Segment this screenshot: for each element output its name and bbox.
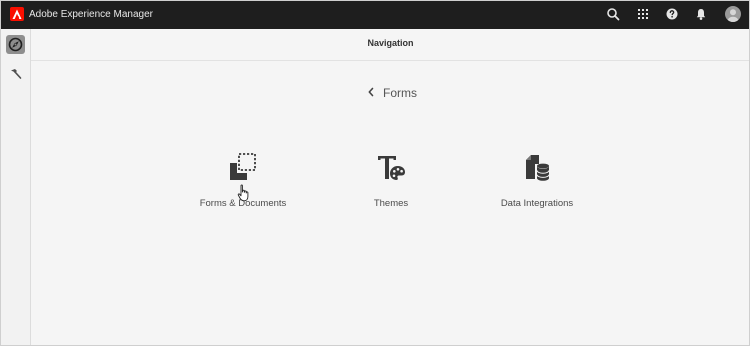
top-bar: Adobe Experience Manager: [0, 0, 750, 29]
navigation-compass-icon[interactable]: [6, 35, 25, 54]
tile-label: Themes: [373, 198, 409, 209]
notifications-bell-icon[interactable]: [694, 7, 708, 21]
search-icon[interactable]: [606, 7, 620, 21]
adobe-logo-icon[interactable]: [10, 7, 24, 21]
navigation-header: Navigation: [31, 29, 750, 61]
breadcrumb-back[interactable]: Forms: [367, 85, 417, 101]
tile-label: Data Integrations: [500, 198, 574, 209]
forms-documents-icon: [228, 152, 258, 184]
tile-data-integrations[interactable]: Data Integrations: [462, 152, 612, 222]
breadcrumb-label[interactable]: Forms: [383, 86, 417, 100]
tools-hammer-icon[interactable]: [6, 65, 25, 84]
app-title[interactable]: Adobe Experience Manager: [29, 8, 153, 21]
apps-grid-icon[interactable]: [636, 7, 650, 21]
main-content: Navigation Forms Forms & Documents Theme…: [31, 29, 750, 346]
hand-pointer-cursor-icon: [237, 184, 251, 202]
tile-themes[interactable]: Themes: [316, 152, 466, 222]
user-avatar[interactable]: [725, 6, 741, 22]
page-title: Navigation: [367, 38, 414, 48]
data-integrations-icon: [522, 152, 552, 184]
help-icon[interactable]: [665, 7, 679, 21]
left-rail: [0, 29, 31, 346]
chevron-left-icon[interactable]: [367, 84, 375, 102]
themes-icon: [376, 152, 406, 184]
